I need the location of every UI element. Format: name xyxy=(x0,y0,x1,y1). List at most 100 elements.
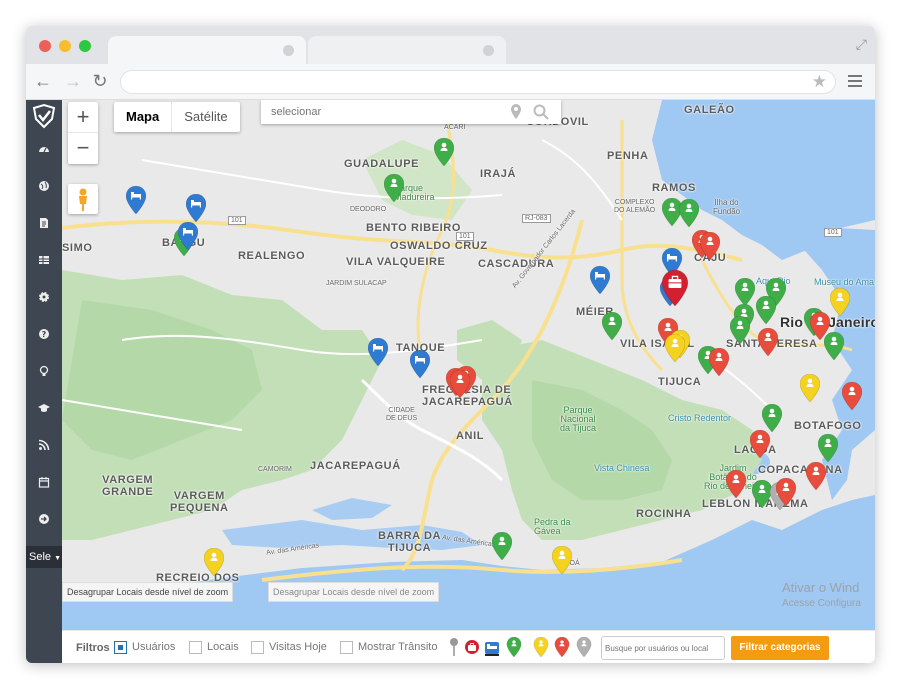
map-type-satellite-button[interactable]: Satélite xyxy=(172,102,239,132)
user-marker-red[interactable] xyxy=(758,328,778,356)
user-marker-green[interactable] xyxy=(679,199,699,227)
user-marker-green[interactable] xyxy=(735,278,755,306)
user-marker-green[interactable] xyxy=(730,316,750,344)
select-dropdown[interactable]: Sele ▼ xyxy=(26,546,62,568)
usuarios-checkbox[interactable] xyxy=(114,641,127,654)
place-label: BARRA DA TIJUCA xyxy=(378,530,442,554)
red-user-legend-icon[interactable] xyxy=(554,636,570,658)
user-marker-green[interactable] xyxy=(762,404,782,432)
map-search-input[interactable] xyxy=(261,100,481,124)
forward-icon[interactable]: → xyxy=(62,70,84,92)
briefcase-marker[interactable] xyxy=(662,270,688,306)
dashboard-icon[interactable] xyxy=(37,143,51,157)
user-marker-red[interactable] xyxy=(726,470,746,498)
bookmark-star-icon[interactable]: ★ xyxy=(812,72,827,92)
filter-bar: Filtros Usuários Locais Visitas Hoje Mos… xyxy=(62,630,875,663)
user-marker-green[interactable] xyxy=(824,332,844,360)
street-view-pegman-icon[interactable] xyxy=(68,184,98,214)
visitas-hoje-label: Visitas Hoje xyxy=(269,641,327,653)
mostrar-transito-label: Mostrar Trânsito xyxy=(358,641,438,653)
rss-icon[interactable] xyxy=(37,439,51,453)
back-icon[interactable]: ← xyxy=(32,70,54,92)
user-marker-green[interactable] xyxy=(492,532,512,560)
location-bed-marker[interactable] xyxy=(186,194,206,222)
map-canvas[interactable]: GALEÃO CORDOVIL ACARI GUADALUPE IRAJÁ PE… xyxy=(62,100,875,663)
settings-icon[interactable] xyxy=(37,291,51,305)
filter-categories-button[interactable]: Filtrar categorias xyxy=(731,636,829,660)
document-icon[interactable] xyxy=(37,217,51,231)
user-marker-green[interactable] xyxy=(756,296,776,324)
yellow-user-legend-icon[interactable] xyxy=(533,636,549,658)
location-bed-marker[interactable] xyxy=(368,338,388,366)
help-icon[interactable]: ? xyxy=(37,328,51,342)
user-marker-red[interactable] xyxy=(842,382,862,410)
user-marker-green[interactable] xyxy=(752,480,772,508)
route-shield: 101 xyxy=(456,232,474,241)
briefcase-legend-icon[interactable] xyxy=(464,637,480,657)
user-marker-yellow[interactable] xyxy=(552,546,572,574)
user-marker-red[interactable] xyxy=(709,348,729,376)
map-type-map-button[interactable]: Mapa xyxy=(114,102,173,132)
activation-watermark: Acesse Configura xyxy=(782,598,861,609)
location-bed-marker[interactable] xyxy=(178,222,198,250)
user-marker-yellow[interactable] xyxy=(830,288,850,316)
user-marker-green[interactable] xyxy=(434,138,454,166)
user-marker-red[interactable] xyxy=(806,462,826,490)
route-shield: 101 xyxy=(824,228,842,237)
caret-down-icon: ▼ xyxy=(54,555,62,562)
user-location-search-input[interactable] xyxy=(605,638,723,658)
app-logo[interactable] xyxy=(31,103,57,129)
close-window-button[interactable] xyxy=(39,40,51,52)
location-bed-marker[interactable] xyxy=(590,266,610,294)
route-shield: RJ-083 xyxy=(522,214,551,223)
place-label: CASCADURA xyxy=(478,258,555,270)
minimize-window-button[interactable] xyxy=(59,40,71,52)
maximize-window-button[interactable] xyxy=(79,40,91,52)
location-bed-marker[interactable] xyxy=(126,186,146,214)
place-label: Parque Nacional da Tijuca xyxy=(560,405,597,433)
user-marker-green[interactable] xyxy=(818,434,838,462)
user-marker-red[interactable] xyxy=(700,232,720,260)
lightbulb-icon[interactable] xyxy=(37,365,51,379)
globe-icon[interactable] xyxy=(37,180,51,194)
tab-close-icon[interactable] xyxy=(283,45,294,56)
reload-icon[interactable]: ↻ xyxy=(89,70,111,92)
place-label: GALEÃO xyxy=(684,104,735,116)
ungroup-tooltip: Desagrupar Locais desde nível de zoom xyxy=(62,582,234,602)
zoom-out-button[interactable]: − xyxy=(68,133,98,164)
place-label: GUADALUPE xyxy=(344,158,420,170)
place-label: CAMORIM xyxy=(258,466,292,473)
user-marker-red[interactable] xyxy=(450,370,470,398)
bed-legend-icon[interactable] xyxy=(484,637,500,657)
calendar-icon[interactable] xyxy=(37,476,51,490)
user-marker-yellow[interactable] xyxy=(800,374,820,402)
user-marker-yellow[interactable] xyxy=(204,548,224,576)
table-icon[interactable] xyxy=(37,254,51,268)
user-marker-red[interactable] xyxy=(776,478,796,506)
map-type-control: Mapa Satélite xyxy=(114,102,240,132)
user-marker-yellow[interactable] xyxy=(665,334,685,362)
inactive-tab[interactable] xyxy=(308,36,506,64)
location-pin-icon[interactable] xyxy=(511,104,521,124)
tab-close-icon[interactable] xyxy=(483,45,494,56)
location-bed-marker[interactable] xyxy=(410,350,430,378)
user-marker-green[interactable] xyxy=(384,174,404,202)
sign-out-icon[interactable] xyxy=(37,513,51,527)
gray-user-legend-icon[interactable] xyxy=(576,636,592,658)
address-bar[interactable]: ★ xyxy=(120,70,836,94)
filters-label: Filtros xyxy=(76,642,110,654)
expand-icon[interactable]: ⤢ xyxy=(856,36,867,53)
user-marker-red[interactable] xyxy=(750,430,770,458)
locais-checkbox[interactable] xyxy=(189,641,202,654)
visitas-hoje-checkbox[interactable] xyxy=(251,641,264,654)
user-marker-green[interactable] xyxy=(602,312,622,340)
search-icon[interactable] xyxy=(533,104,549,125)
browser-menu-icon[interactable] xyxy=(848,75,862,90)
active-tab[interactable] xyxy=(108,36,306,64)
gray-pin-icon[interactable] xyxy=(446,637,462,657)
mostrar-transito-checkbox[interactable] xyxy=(340,641,353,654)
place-label: OSWALDO CRUZ xyxy=(390,240,488,252)
green-user-legend-icon[interactable] xyxy=(506,636,522,658)
graduation-cap-icon[interactable] xyxy=(37,402,51,416)
zoom-in-button[interactable]: + xyxy=(68,102,98,133)
